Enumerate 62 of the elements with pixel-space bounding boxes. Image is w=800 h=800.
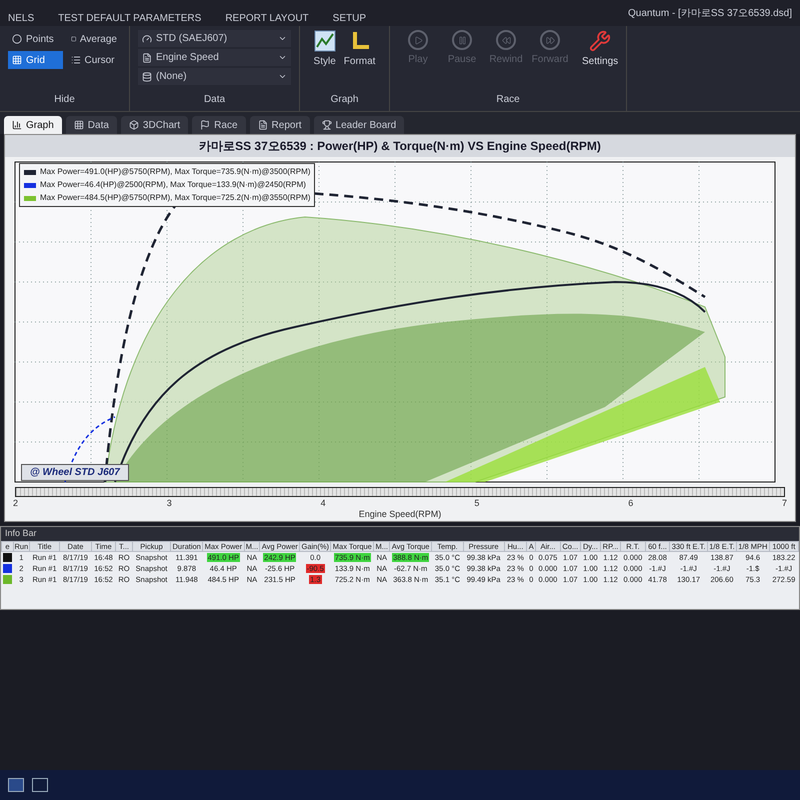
- dropdown[interactable]: (None): [138, 68, 291, 85]
- toggle-button[interactable]: Cursor: [66, 51, 121, 69]
- line-chart-icon: [314, 30, 336, 52]
- document-tab[interactable]: 3DChart: [120, 116, 188, 134]
- axis-title: Engine Speed(RPM): [358, 508, 442, 521]
- square-icon: [70, 34, 76, 44]
- document-tab[interactable]: Data: [66, 116, 117, 134]
- range-scrollbar[interactable]: [15, 487, 785, 497]
- document-icon: [258, 120, 268, 130]
- axis-tick-label: 5: [474, 497, 480, 510]
- dropdown[interactable]: Engine Speed: [138, 49, 291, 66]
- axis-tick-label: 4: [320, 497, 326, 510]
- document-tab[interactable]: Graph: [4, 116, 62, 134]
- ribbon-tab[interactable]: SETUP: [332, 11, 366, 26]
- caret-icon: [278, 53, 287, 62]
- group-label: Race: [495, 93, 521, 107]
- caret-icon: [278, 72, 287, 81]
- grid-icon: [74, 120, 84, 130]
- fast-forward-icon: [540, 30, 560, 50]
- axis-tick-label: 2: [13, 497, 18, 510]
- chart-icon: [12, 120, 22, 130]
- rewind-icon: [496, 30, 516, 50]
- toggle-button[interactable]: Average: [66, 30, 121, 48]
- database-icon: [142, 72, 152, 82]
- axis-tick-label: 7: [782, 497, 787, 510]
- settings-button[interactable]: Settings: [582, 30, 618, 69]
- caret-icon: [278, 34, 287, 43]
- chart-note: @ Wheel STD J607: [21, 464, 129, 481]
- ribbon-button[interactable]: Style: [314, 30, 336, 69]
- window-icon[interactable]: [8, 778, 24, 792]
- document-tab[interactable]: Report: [250, 116, 310, 134]
- legend-text: Max Power=46.4(HP)@2500(RPM), Max Torque=133.9(N·m)@2450(RPM): [40, 179, 306, 191]
- gauge-icon: [142, 34, 152, 44]
- panel-title: Info Bar: [1, 527, 799, 540]
- group-label: Graph: [330, 93, 360, 107]
- window-title: Quantum - [카마로SS 37오6539.dsd]: [628, 6, 792, 20]
- play-icon: [408, 30, 428, 50]
- pause-icon: [452, 30, 472, 50]
- toggle-button[interactable]: Points: [8, 30, 62, 48]
- flag-icon: [200, 120, 210, 130]
- group-label: Data: [202, 93, 226, 107]
- chart-title: 카마로SS 37오6539 : Power(HP) & Torque(N·m) VS Engine Speed(RPM): [5, 135, 795, 157]
- trophy-icon: [322, 120, 332, 130]
- cube-icon: [128, 120, 139, 130]
- ribbon-tab[interactable]: REPORT LAYOUT: [225, 11, 309, 26]
- dropdown[interactable]: STD (SAEJ607): [138, 30, 291, 47]
- group-label: Hide: [53, 93, 76, 107]
- document-tab[interactable]: Race: [192, 116, 246, 134]
- dot-icon: [12, 34, 22, 44]
- axis-tick-label: 3: [166, 497, 172, 510]
- axis-tick-label: 6: [628, 497, 634, 510]
- grid-icon: [12, 55, 22, 65]
- legend-text: Max Power=491.0(HP)@5750(RPM), Max Torque=735.9(N·m)@3500(RPM): [40, 166, 310, 178]
- ribbon-button[interactable]: Format: [344, 30, 376, 69]
- document-icon: [142, 52, 152, 62]
- toggle-button[interactable]: Grid: [8, 51, 62, 69]
- document-tab[interactable]: Leader Board: [314, 116, 404, 134]
- legend-text: Max Power=484.5(HP)@5750(RPM), Max Torque=725.2(N·m)@3550(RPM): [40, 192, 310, 204]
- screen-icon[interactable]: [32, 778, 48, 792]
- ribbon-tab[interactable]: TEST DEFAULT PARAMETERS: [58, 11, 202, 26]
- settings-icon: [589, 30, 612, 52]
- ribbon-tab[interactable]: NELS: [8, 11, 34, 26]
